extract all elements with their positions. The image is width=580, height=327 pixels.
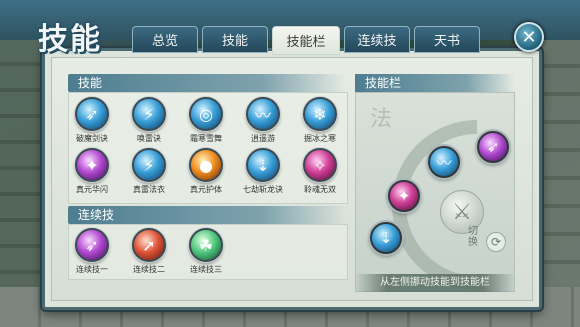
combo-green-icon: ☘ [189, 228, 223, 262]
skill-label: 真雷法衣 [133, 185, 165, 194]
skill-label: 霜寒雪舞 [190, 134, 222, 143]
toggle-label: 切换 [468, 226, 478, 248]
skillbar-slot[interactable]: ⇣ [370, 222, 402, 254]
blue-slash-icon: ➶ [75, 97, 109, 131]
combo-item[interactable]: ➶ 连续技一 [64, 228, 120, 275]
combo-label: 连续技三 [190, 265, 222, 274]
sword-icon: ⚔ [452, 199, 472, 225]
ice-shard-icon: ❄ [303, 97, 337, 131]
skill-label: 唤雷诀 [137, 134, 161, 143]
skill-item[interactable]: ⇣ 七劫斩龙诀 [235, 148, 291, 195]
skillbar-section-header: 技能栏 [355, 74, 515, 92]
close-icon: ✕ [521, 26, 537, 48]
tab-bar: 总览 技能 技能栏 连续技 天书 [132, 26, 480, 55]
skill-label: 真元护体 [190, 185, 222, 194]
combos-section-header: 连续技 [68, 206, 346, 224]
skillbar-hint: 从左侧挪动技能到技能栏 [355, 274, 515, 292]
purple-flash-icon: ✦ [75, 148, 109, 182]
skill-label: 掘冰之寒 [304, 134, 336, 143]
tab-combos[interactable]: 连续技 [344, 26, 410, 53]
combo-item[interactable]: ➚ 连续技二 [121, 228, 177, 275]
purple-slot-icon: ➶ [486, 138, 500, 156]
skill-item[interactable]: ⚡ 唤雷诀 [121, 97, 177, 144]
skill-item[interactable]: ➶ 破魔剑诀 [64, 97, 120, 144]
combo-purple-icon: ➶ [75, 228, 109, 262]
skill-item[interactable]: 〰 逍遥游 [235, 97, 291, 144]
combo-label: 连续技二 [133, 265, 165, 274]
blue-slot-icon: 〰 [436, 153, 452, 172]
thunder-robe-icon: ⚡ [132, 148, 166, 182]
skill-item[interactable]: ✦ 真元华闪 [64, 148, 120, 195]
skill-label: 真元华闪 [76, 185, 108, 194]
fire-shield-icon: ● [189, 148, 223, 182]
skill-label: 聆魂无双 [304, 185, 336, 194]
blue-slot-icon: ⇣ [379, 229, 393, 247]
sword-beam-icon: ⇣ [246, 148, 280, 182]
background-wall-right [538, 40, 580, 327]
wind-step-icon: 〰 [246, 97, 280, 131]
combo-fire-icon: ➚ [132, 228, 166, 262]
skillbar-slot[interactable]: 〰 [428, 146, 460, 178]
skillbar-slot[interactable]: ➶ [477, 131, 509, 163]
tab-skills[interactable]: 技能 [202, 26, 268, 53]
window-title: 技能 [38, 22, 102, 57]
combo-item[interactable]: ☘ 连续技三 [178, 228, 234, 275]
tab-skillbar[interactable]: 技能栏 [272, 26, 340, 55]
combo-label: 连续技一 [76, 265, 108, 274]
skill-item[interactable]: ● 真元护体 [178, 148, 234, 195]
skill-item[interactable]: ⚡ 真雷法衣 [121, 148, 177, 195]
vortex-icon: ◎ [189, 97, 223, 131]
tab-overview[interactable]: 总览 [132, 26, 198, 53]
soul-icon: ✧ [303, 148, 337, 182]
lightning-icon: ⚡ [132, 97, 166, 131]
close-button[interactable]: ✕ [514, 22, 544, 52]
fire-slot-icon: ✦ [397, 187, 411, 205]
skills-section-header: 技能 [68, 74, 346, 92]
skill-item[interactable]: ◎ 霜寒雪舞 [178, 97, 234, 144]
skill-label: 逍遥游 [251, 134, 275, 143]
skillbar-slot[interactable]: ✦ [388, 180, 420, 212]
swap-icon[interactable]: ⟳ [486, 232, 506, 252]
skill-item[interactable]: ✧ 聆魂无双 [292, 148, 348, 195]
skill-item[interactable]: ❄ 掘冰之寒 [292, 97, 348, 144]
tab-heavenly-book[interactable]: 天书 [414, 26, 480, 53]
background-wall-left [0, 40, 48, 327]
skill-label: 七劫斩龙诀 [243, 185, 283, 194]
skill-label: 破魔剑诀 [76, 134, 108, 143]
